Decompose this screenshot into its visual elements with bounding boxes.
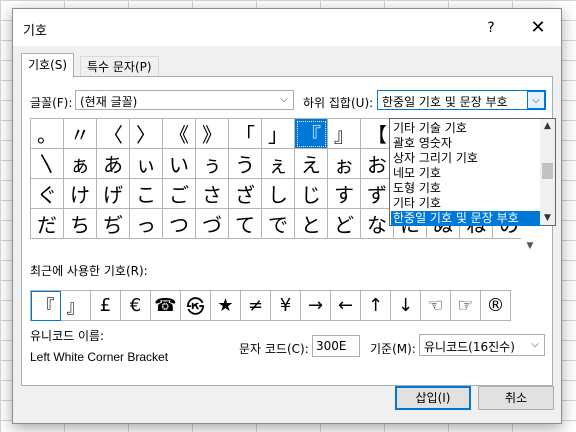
symbol-cell[interactable]: ぉ <box>327 148 361 179</box>
symbol-cell[interactable]: だ <box>30 208 64 239</box>
font-select[interactable]: (현재 글꼴) ⌵ <box>75 90 294 110</box>
symbol-cell[interactable]: ぐ <box>30 178 64 209</box>
symbol-cell[interactable]: ぃ <box>129 148 163 179</box>
cancel-button[interactable]: 취소 <box>478 386 554 410</box>
recent-symbol-cell[interactable]: ← <box>330 290 361 321</box>
symbol-cell[interactable]: え <box>294 148 328 179</box>
chevron-down-icon[interactable]: ⌵ <box>275 91 293 109</box>
char-code-label: 문자 코드(C): <box>239 342 309 356</box>
symbol-cell[interactable]: 《 <box>162 118 196 149</box>
recent-symbol-cell[interactable]: 『 <box>30 290 61 321</box>
symbol-cell[interactable]: つ <box>162 208 196 239</box>
dialog-title: 기호 <box>23 24 47 39</box>
symbol-cell[interactable]: 。 <box>30 118 64 149</box>
symbol-cell[interactable]: げ <box>96 178 130 209</box>
scroll-up-icon[interactable]: ▲ <box>540 121 555 131</box>
font-value: (현재 글꼴) <box>80 95 138 109</box>
symbol-cell[interactable]: 》 <box>195 118 229 149</box>
recent-symbol-cell[interactable]: ☞ <box>450 290 481 321</box>
symbol-cell[interactable]: ざ <box>228 178 262 209</box>
recent-symbol-cell[interactable]: ® <box>480 290 511 321</box>
chevron-down-icon[interactable]: ⌵ <box>527 91 545 109</box>
symbol-cell[interactable]: す <box>327 178 361 209</box>
subset-dropdown-list: 기타 기술 기호 괄호 영숫자 상자 그리기 기호 네모 기호 도형 기호 기타 기호 한중… <box>389 118 556 226</box>
title-bar: 기호 ? ✕ <box>13 9 561 46</box>
subset-option[interactable]: 네모 기호 <box>391 166 542 181</box>
recent-symbols-grid: 『』 £ € ☎ ㉿ ★ ≠ ¥ → ← ↑ ↓ ☜ ☞ ® <box>30 290 511 321</box>
symbol-cell[interactable]: 〵 <box>30 148 64 179</box>
recent-symbol-cell[interactable]: ☜ <box>420 290 451 321</box>
subset-option[interactable]: 기타 기술 기호 <box>391 121 542 136</box>
recent-symbol-cell[interactable]: ★ <box>210 290 241 321</box>
symbol-cell[interactable]: で <box>261 208 295 239</box>
scroll-thumb[interactable] <box>542 163 553 179</box>
symbol-cell[interactable]: 」 <box>261 118 295 149</box>
unicode-name-value: Left White Corner Bracket <box>30 350 169 364</box>
symbol-cell[interactable]: し <box>261 178 295 209</box>
symbol-cell[interactable]: づ <box>195 208 229 239</box>
subset-option[interactable]: 상자 그리기 기호 <box>391 151 542 166</box>
tab-symbols[interactable]: 기호(S) <box>21 53 75 78</box>
symbol-cell[interactable]: 〃 <box>63 118 97 149</box>
subset-option[interactable]: 괄호 영숫자 <box>391 136 542 151</box>
symbol-cell[interactable]: と <box>294 208 328 239</box>
symbol-cell[interactable]: こ <box>129 178 163 209</box>
subset-option[interactable]: 도형 기호 <box>391 181 542 196</box>
symbol-cell[interactable]: て <box>228 208 262 239</box>
symbol-cell[interactable]: ぢ <box>96 208 130 239</box>
symbol-cell[interactable]: ど <box>327 208 361 239</box>
subset-label: 하위 집합(U): <box>303 96 374 110</box>
recent-symbol-cell[interactable]: ㉿ <box>180 290 211 321</box>
recent-symbols-label: 최근에 사용한 기호(R): <box>30 264 148 278</box>
recent-symbol-cell[interactable]: ↓ <box>390 290 421 321</box>
symbol-cell[interactable]: け <box>63 178 97 209</box>
symbol-cell[interactable]: ご <box>162 178 196 209</box>
char-code-input[interactable]: 300E <box>312 335 360 357</box>
scroll-down-icon[interactable]: ▼ <box>540 213 555 223</box>
symbol-cell[interactable]: 「 <box>228 118 262 149</box>
from-label: 기준(M): <box>370 342 416 356</box>
close-button[interactable]: ✕ <box>521 17 555 39</box>
symbol-cell[interactable]: い <box>162 148 196 179</box>
subset-select[interactable]: 한중일 기호 및 문장 부호 ⌵ <box>377 90 546 110</box>
symbol-cell[interactable]: ぅ <box>195 148 229 179</box>
symbol-cell[interactable]: ぁ <box>63 148 97 179</box>
recent-symbol-cell[interactable]: ≠ <box>240 290 271 321</box>
symbol-cell[interactable]: ぇ <box>261 148 295 179</box>
char-code-value: 300E <box>316 339 347 353</box>
symbol-cell[interactable]: 〉 <box>129 118 163 149</box>
from-value: 유니코드(16진수) <box>424 340 515 354</box>
insert-button[interactable]: 삽입(I) <box>395 386 471 410</box>
recent-symbol-cell[interactable]: 』 <box>60 290 91 321</box>
recent-symbol-cell[interactable]: ↑ <box>360 290 391 321</box>
recent-symbol-cell[interactable]: £ <box>90 290 121 321</box>
symbol-cell[interactable]: 『 <box>294 118 328 149</box>
subset-option[interactable]: 한중일 기호 및 문장 부호 <box>391 211 542 226</box>
symbol-cell[interactable]: っ <box>129 208 163 239</box>
tab-special-characters[interactable]: 특수 문자(P) <box>80 56 159 77</box>
subset-value: 한중일 기호 및 문장 부호 <box>382 95 508 109</box>
scroll-down-icon[interactable]: ▼ <box>521 241 539 251</box>
recent-symbol-cell[interactable]: ☎ <box>150 290 181 321</box>
chevron-down-icon[interactable]: ⌵ <box>526 336 544 354</box>
subset-option[interactable]: 기타 기호 <box>391 196 542 211</box>
recent-symbol-cell[interactable]: ¥ <box>270 290 301 321</box>
recent-symbol-cell[interactable]: → <box>300 290 331 321</box>
symbol-cell[interactable]: じ <box>294 178 328 209</box>
symbol-cell[interactable]: さ <box>195 178 229 209</box>
symbol-dialog: 기호 ? ✕ 기호(S) 특수 문자(P) 글꼴(F): (현재 글꼴) ⌵ 하… <box>12 8 562 424</box>
unicode-name-label: 유니코드 이름: <box>30 329 105 343</box>
recent-symbol-cell[interactable]: € <box>120 290 151 321</box>
subset-dropdown-scrollbar[interactable]: ▲ ▼ <box>540 119 555 225</box>
symbol-cell[interactable]: 』 <box>327 118 361 149</box>
from-select[interactable]: 유니코드(16진수) ⌵ <box>419 334 545 356</box>
help-button[interactable]: ? <box>476 17 506 39</box>
symbol-cell[interactable]: ち <box>63 208 97 239</box>
symbol-cell[interactable]: 〈 <box>96 118 130 149</box>
symbol-cell[interactable]: う <box>228 148 262 179</box>
symbol-cell[interactable]: あ <box>96 148 130 179</box>
font-label: 글꼴(F): <box>30 96 73 110</box>
